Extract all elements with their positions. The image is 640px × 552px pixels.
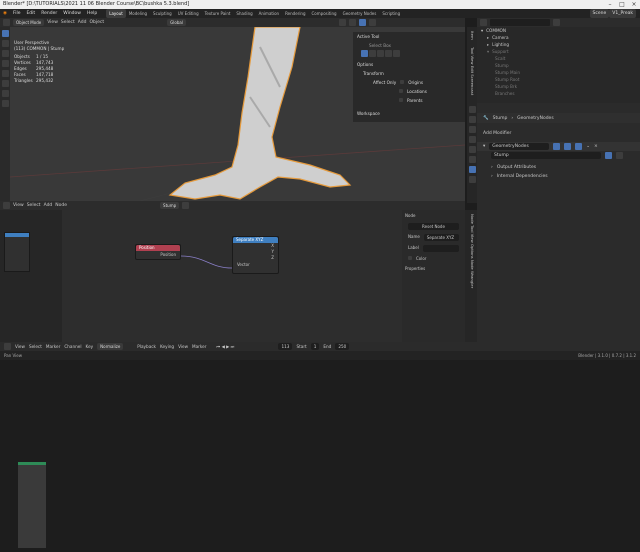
node-properties-panel: Node Reset Node Name Separate XYZ Label C… [402,210,465,342]
label-label: Label [408,245,419,250]
timeline-menu-channel[interactable]: Channel [64,344,81,349]
color-checkbox[interactable] [408,256,412,260]
end-label: End [323,344,332,349]
playback-menu[interactable]: Playback [137,344,156,349]
color-label: Color [416,256,427,261]
reset-node-button[interactable]: Reset Node [408,223,459,230]
name-field[interactable]: Separate XYZ [423,234,459,241]
node-list [3,462,55,552]
tab-node-options[interactable]: Options [470,244,475,259]
label-field[interactable] [422,245,459,252]
status-hint: Pan View [4,353,22,358]
current-frame-field[interactable]: 113 [278,343,293,350]
keying-menu[interactable]: Keying [160,344,174,349]
tab-node-tool[interactable]: Tool [470,225,475,232]
play-controls-icon[interactable]: ⏮ ◀ ▶ ⏭ [216,344,234,349]
node-sidebar-tabs: Node Tool View Options Node Wrangler [465,210,477,342]
timeline-menu-key[interactable]: Key [86,344,94,349]
name-label: Name [408,234,420,239]
group-output-node[interactable] [18,462,46,548]
status-bar: Pan View Blender | 3.1.0 | 0.7.2 | 3.1.2 [0,351,640,360]
timeline-header: View Select Marker Channel Key Normalize… [0,342,640,351]
timeline-menu-marker[interactable]: Marker [46,344,60,349]
timeline-menu-select[interactable]: Select [29,344,42,349]
start-label: Start [296,344,307,349]
properties-header[interactable]: Properties [402,263,465,274]
marker-menu[interactable]: Marker [192,344,206,349]
node-panel-header[interactable]: Node [402,210,465,221]
normalize-toggle[interactable]: Normalize [97,343,124,350]
version-info: Blender | 3.1.0 | 0.7.2 | 3.1.2 [578,353,636,358]
tab-node-view[interactable]: View [470,234,475,243]
timeline-menu-view[interactable]: View [15,344,25,349]
node-link [180,255,233,269]
start-frame-field[interactable]: 1 [310,343,320,350]
tab-node-wrangler[interactable]: Node Wrangler [470,260,475,288]
tab-node[interactable]: Node [470,214,475,224]
timeline-type-icon[interactable] [4,343,11,350]
end-frame-field[interactable]: 250 [335,343,350,350]
view-menu[interactable]: View [178,344,188,349]
